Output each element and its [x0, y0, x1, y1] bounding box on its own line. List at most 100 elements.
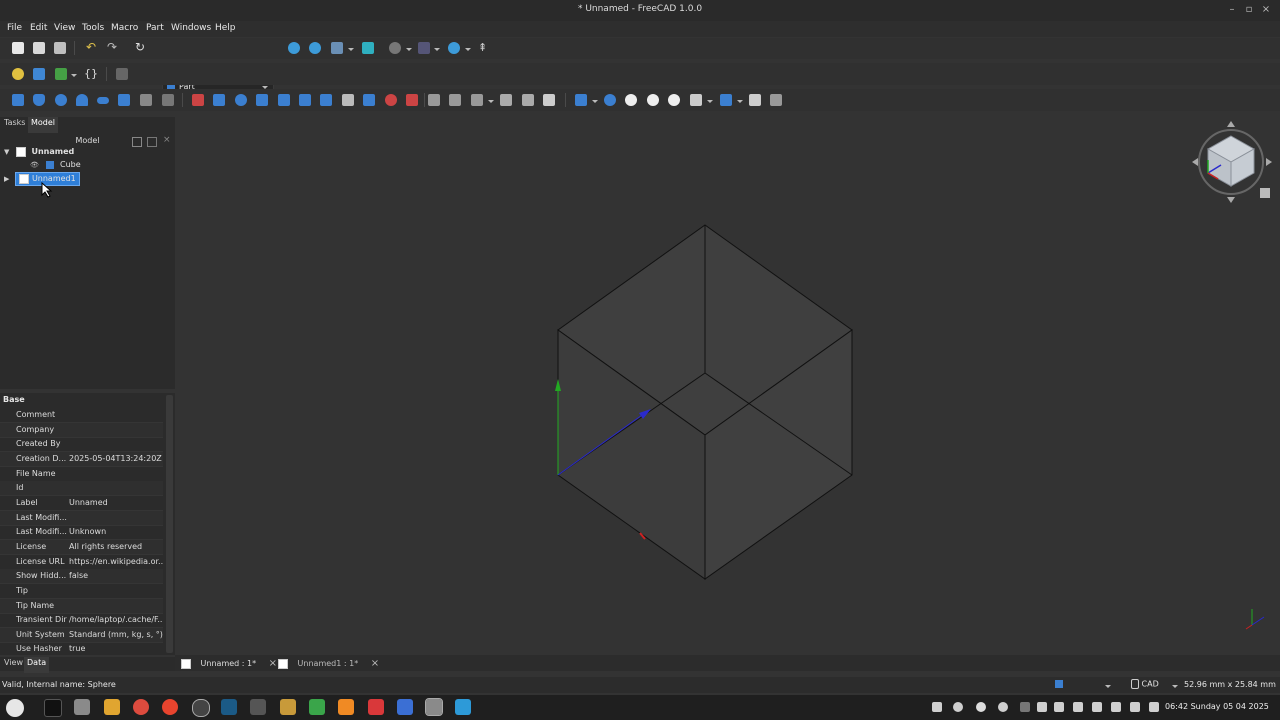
tray-settings-icon[interactable] [1054, 702, 1064, 712]
redo-button[interactable]: ↷ [105, 40, 121, 56]
tab-model[interactable]: Model [28, 117, 59, 133]
tree-item-unnamed[interactable]: ▼ Unnamed [4, 146, 74, 158]
float-icon[interactable] [132, 137, 142, 147]
macros-button[interactable] [31, 66, 47, 82]
tab-tasks[interactable]: Tasks [1, 117, 28, 133]
connect-button[interactable] [645, 92, 661, 108]
navigation-cube[interactable] [1188, 118, 1278, 208]
property-row[interactable]: Last Modifi... [0, 511, 163, 526]
sweep-button[interactable] [361, 92, 377, 108]
start-menu-icon[interactable] [6, 699, 24, 717]
menu-help[interactable]: Help [215, 23, 236, 33]
tree-item-cube[interactable]: 👁 Cube [30, 159, 81, 171]
whats-this-button[interactable]: ⇞ [476, 40, 492, 56]
folder-icon[interactable] [104, 699, 120, 715]
python-console-button[interactable]: {} [82, 66, 98, 82]
fillet-button[interactable] [254, 92, 270, 108]
part-cylinder-button[interactable] [31, 92, 47, 108]
projection-button[interactable] [469, 92, 485, 108]
cross-sections-button[interactable] [404, 92, 420, 108]
property-row[interactable]: Label Unnamed [0, 496, 163, 511]
mirror-button[interactable] [233, 92, 249, 108]
navigation-style[interactable]: CAD [1131, 679, 1159, 689]
property-row[interactable]: License All rights reserved [0, 540, 163, 555]
doc-tab-unnamed1[interactable]: Unnamed1 : 1* × [278, 657, 379, 670]
refresh-button[interactable]: ↻ [133, 40, 149, 56]
file-manager-app-icon[interactable] [74, 699, 90, 715]
section-button[interactable] [383, 92, 399, 108]
draw-style-button[interactable] [329, 40, 345, 56]
property-row[interactable]: License URL https://en.wikipedia.or... [0, 555, 163, 570]
3d-viewport[interactable] [175, 117, 1280, 655]
menu-file[interactable]: File [7, 23, 22, 33]
thickness-button[interactable] [447, 92, 463, 108]
part-torus-button[interactable] [95, 92, 111, 108]
vlc-icon[interactable] [338, 699, 354, 715]
firefox-icon[interactable] [162, 699, 178, 715]
tray-clipboard-icon[interactable] [1092, 702, 1102, 712]
container-button[interactable] [768, 92, 784, 108]
menu-tools[interactable]: Tools [82, 23, 104, 33]
part-cone-button[interactable] [74, 92, 90, 108]
chevron-down-icon[interactable] [1105, 685, 1111, 688]
blender-icon[interactable] [192, 699, 210, 717]
panel-close-icon[interactable]: × [163, 135, 171, 145]
revolve-button[interactable] [211, 92, 227, 108]
part-sphere-button[interactable] [53, 92, 69, 108]
loft-button[interactable] [340, 92, 356, 108]
boolean-button[interactable] [498, 92, 514, 108]
tray-tablet-icon[interactable] [1037, 702, 1047, 712]
minimize-icon[interactable]: – [1225, 3, 1239, 17]
property-row[interactable]: Id [0, 481, 163, 496]
part-primitives-button[interactable] [138, 92, 154, 108]
tray-printer-icon[interactable] [1073, 702, 1083, 712]
tray-steam-icon[interactable] [998, 702, 1008, 712]
property-scrollbar[interactable] [166, 395, 173, 653]
fit-all-button[interactable] [286, 40, 302, 56]
settings-app-icon[interactable] [280, 699, 296, 715]
macro-record-button[interactable] [10, 66, 26, 82]
close-tab-icon[interactable]: × [371, 658, 379, 669]
join-features-button[interactable] [602, 92, 618, 108]
extrude-button[interactable] [190, 92, 206, 108]
standard-views-button[interactable] [387, 40, 403, 56]
color-per-face-button[interactable] [747, 92, 763, 108]
3d-scene[interactable] [175, 117, 1280, 655]
video-editor-icon[interactable] [250, 699, 266, 715]
tray-wifi-icon[interactable] [1149, 702, 1159, 712]
maximize-icon[interactable]: ▫ [1242, 3, 1256, 17]
split-button[interactable] [623, 92, 639, 108]
close-tab-icon[interactable]: × [269, 658, 277, 669]
fuse-button[interactable] [541, 92, 557, 108]
property-row[interactable]: Show Hidd... false [0, 569, 163, 584]
embed-button[interactable] [666, 92, 682, 108]
tray-app-icon[interactable] [953, 702, 963, 712]
close-icon[interactable]: × [1259, 3, 1273, 17]
app-icon-red[interactable] [368, 699, 384, 715]
inkscape-icon[interactable] [309, 699, 325, 715]
cut-button[interactable] [520, 92, 536, 108]
box-selection-button[interactable] [416, 40, 432, 56]
property-row[interactable]: Transient Dir/home/laptop/.cache/F... [0, 613, 163, 628]
menu-macro[interactable]: Macro [111, 23, 138, 33]
tray-usb-icon[interactable] [1020, 702, 1030, 712]
open-button[interactable] [31, 40, 47, 56]
menu-part[interactable]: Part [146, 23, 164, 33]
save-button[interactable] [52, 40, 68, 56]
menu-view[interactable]: View [54, 23, 75, 33]
undock-icon[interactable] [147, 137, 157, 147]
app-icon-teal[interactable] [455, 699, 471, 715]
property-row[interactable]: Comment [0, 408, 163, 423]
tray-network-icon[interactable] [1111, 702, 1121, 712]
property-row[interactable]: Unit System Standard (mm, kg, s, °) [0, 628, 163, 643]
fit-selection-button[interactable] [307, 40, 323, 56]
menu-windows[interactable]: Windows [171, 23, 211, 33]
attachment-button[interactable] [688, 92, 704, 108]
doc-tab-unnamed[interactable]: Unnamed : 1* × [181, 657, 277, 670]
offset-button[interactable] [426, 92, 442, 108]
property-row[interactable]: Tip [0, 584, 163, 599]
ruled-surface-button[interactable] [318, 92, 334, 108]
property-row[interactable]: Company [0, 423, 163, 438]
new-document-button[interactable] [10, 40, 26, 56]
make-face-button[interactable] [297, 92, 313, 108]
